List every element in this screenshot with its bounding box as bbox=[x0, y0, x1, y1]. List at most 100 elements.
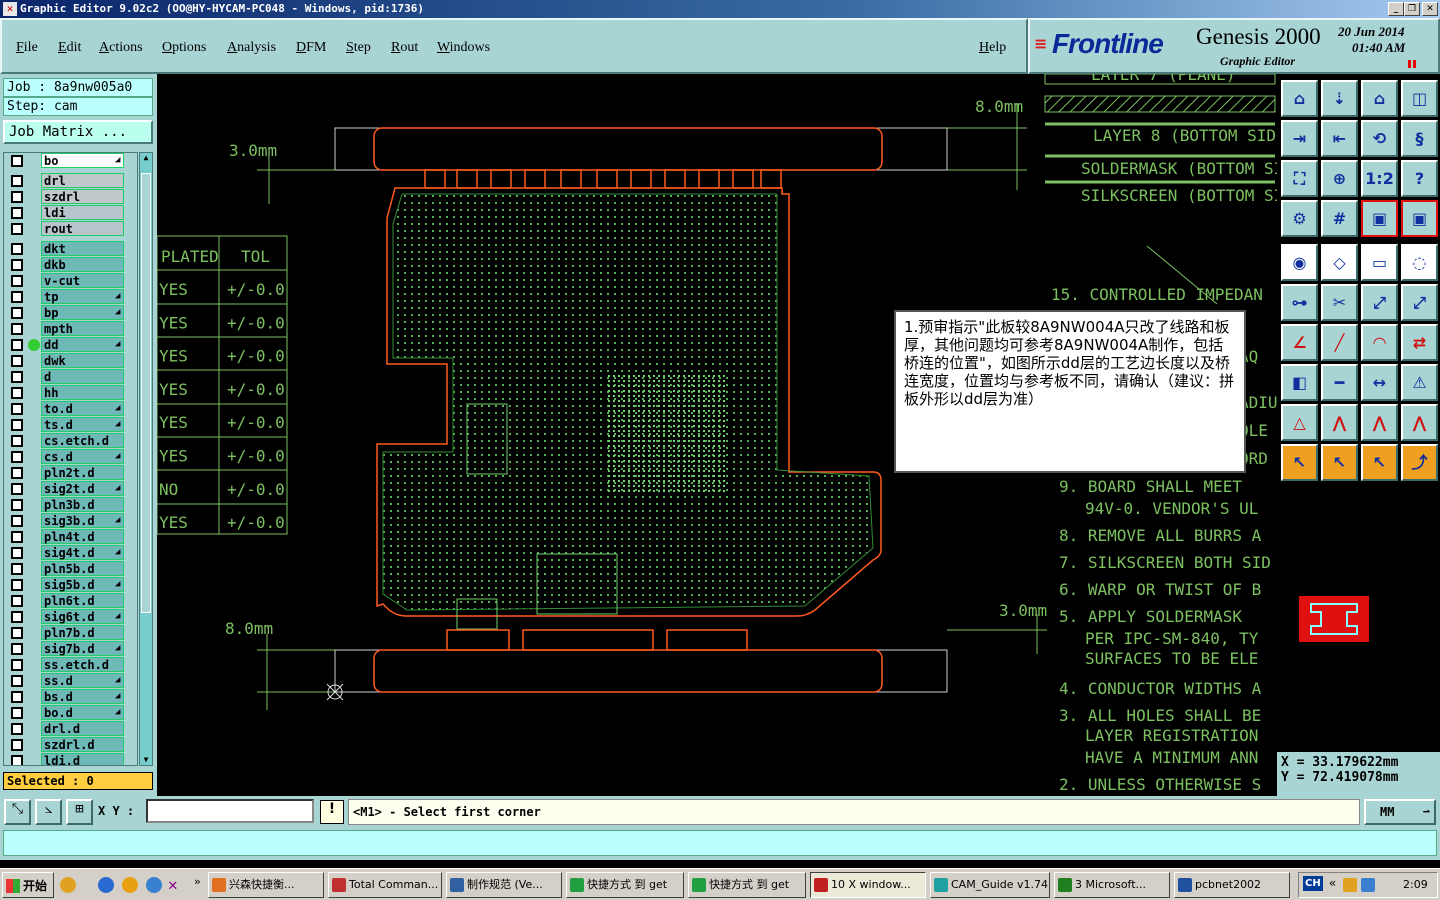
layer-name[interactable]: sig5b.d bbox=[41, 577, 124, 592]
center-icon[interactable]: ⊕ bbox=[1321, 160, 1358, 197]
split-icon[interactable]: ◫ bbox=[1401, 80, 1438, 117]
layout-icon[interactable]: ⌂ bbox=[1361, 80, 1398, 117]
layer-checkbox[interactable] bbox=[11, 175, 23, 187]
layer-name[interactable]: dd bbox=[41, 337, 124, 352]
layer-checkbox[interactable] bbox=[11, 483, 23, 495]
layer-row[interactable]: pln7b.d bbox=[4, 625, 137, 641]
layer-checkbox[interactable] bbox=[11, 223, 23, 235]
layer-row[interactable]: dkt bbox=[4, 241, 137, 257]
layer-checkbox[interactable] bbox=[11, 611, 23, 623]
layer-checkbox[interactable] bbox=[11, 387, 23, 399]
scroll-up-icon[interactable]: ▲ bbox=[141, 153, 151, 163]
cut-icon[interactable]: ✂ bbox=[1321, 284, 1358, 321]
layer-checkbox[interactable] bbox=[11, 307, 23, 319]
layer-row[interactable]: ldi.d bbox=[4, 753, 137, 765]
taskbar-item[interactable]: 10 X window... bbox=[810, 872, 926, 898]
pointer-icon[interactable]: ↖ bbox=[1281, 444, 1318, 481]
layer-checkbox[interactable] bbox=[11, 723, 23, 735]
layer-row[interactable]: pln4t.d bbox=[4, 529, 137, 545]
layer-row[interactable]: pln5b.d bbox=[4, 561, 137, 577]
layer-menu-arrow-icon[interactable]: ◢ bbox=[115, 483, 137, 493]
layer-checkbox[interactable] bbox=[11, 467, 23, 479]
layer-scrollbar[interactable]: ▲ ▼ bbox=[139, 152, 153, 766]
pointer-box-icon[interactable]: ↖ bbox=[1321, 444, 1358, 481]
layer-row[interactable]: pln6t.d bbox=[4, 593, 137, 609]
layer-row[interactable]: d bbox=[4, 369, 137, 385]
edit-shape-icon[interactable]: ◇ bbox=[1321, 244, 1358, 281]
layer-name[interactable]: bo.d bbox=[41, 705, 124, 720]
tray-network-icon[interactable] bbox=[1361, 878, 1375, 892]
taskbar-item[interactable]: 快捷方式 到 get bbox=[566, 872, 684, 898]
fit-icon[interactable]: ⛶ bbox=[1281, 160, 1318, 197]
menu-step[interactable]: Step bbox=[346, 40, 371, 56]
menu-options[interactable]: Options bbox=[162, 40, 206, 56]
layer-name[interactable]: ss.etch.d bbox=[41, 657, 124, 672]
layer-name[interactable]: mpth bbox=[41, 321, 124, 336]
layer-row[interactable]: dwk bbox=[4, 353, 137, 369]
taskbar-item[interactable]: 3 Microsoft... bbox=[1054, 872, 1170, 898]
menu-edit[interactable]: Edit bbox=[58, 40, 81, 56]
zoom-out-icon[interactable]: ⇤ bbox=[1321, 120, 1358, 157]
ruler-icon[interactable]: ▭ bbox=[1361, 244, 1398, 281]
layer-row[interactable]: mpth bbox=[4, 321, 137, 337]
layer-row[interactable]: sig5b.d ◢ bbox=[4, 577, 137, 593]
layer-checkbox[interactable] bbox=[11, 403, 23, 415]
scroll-thumb[interactable] bbox=[141, 173, 151, 613]
layer-row[interactable]: sig2t.d ◢ bbox=[4, 481, 137, 497]
layer-name[interactable]: sig2t.d bbox=[41, 481, 124, 496]
layer-menu-arrow-icon[interactable]: ◢ bbox=[115, 547, 137, 557]
menu-analysis[interactable]: Analysis bbox=[227, 40, 276, 56]
layer-name[interactable]: szdrl.d bbox=[41, 737, 124, 752]
layer-name[interactable]: drl bbox=[41, 173, 124, 188]
layer-checkbox[interactable] bbox=[11, 563, 23, 575]
layer-row[interactable]: to.d ◢ bbox=[4, 401, 137, 417]
layer-checkbox[interactable] bbox=[11, 739, 23, 751]
layer-name[interactable]: pln4t.d bbox=[41, 529, 124, 544]
layer-row[interactable]: drl bbox=[4, 173, 137, 189]
flip-icon[interactable]: ⇄ bbox=[1401, 324, 1438, 361]
layer-name[interactable]: rout bbox=[41, 221, 124, 236]
grid-snap-icon[interactable]: ⊞ bbox=[66, 799, 93, 825]
layer-row[interactable]: rout bbox=[4, 221, 137, 237]
layer-menu-arrow-icon[interactable]: ◢ bbox=[115, 451, 137, 461]
camera-icon[interactable]: ◉ bbox=[1281, 244, 1318, 281]
layer-row[interactable]: ss.d ◢ bbox=[4, 673, 137, 689]
layer-checkbox[interactable] bbox=[11, 355, 23, 367]
layer-checkbox[interactable] bbox=[11, 323, 23, 335]
triangle-icon[interactable]: △ bbox=[1281, 404, 1318, 441]
layer-checkbox[interactable] bbox=[11, 451, 23, 463]
menu-actions[interactable]: Actions bbox=[99, 40, 143, 56]
layer-checkbox[interactable] bbox=[11, 531, 23, 543]
scroll-down-icon[interactable]: ▼ bbox=[141, 755, 151, 765]
layer-row[interactable]: hh bbox=[4, 385, 137, 401]
route-icon[interactable]: § bbox=[1401, 120, 1438, 157]
layer-menu-arrow-icon[interactable]: ◢ bbox=[115, 675, 137, 685]
peak-icon[interactable]: ⋀ bbox=[1321, 404, 1358, 441]
layer-name[interactable]: hh bbox=[41, 385, 124, 400]
layer-name[interactable]: ss.d bbox=[41, 673, 124, 688]
layer-name[interactable]: tp bbox=[41, 289, 124, 304]
layer-row[interactable]: cs.etch.d bbox=[4, 433, 137, 449]
language-indicator[interactable]: CH bbox=[1303, 876, 1323, 891]
layer-name[interactable]: bs.d bbox=[41, 689, 124, 704]
measure-icon[interactable]: ⦣ bbox=[35, 799, 62, 825]
layer-row[interactable]: szdrl bbox=[4, 189, 137, 205]
layer-row[interactable]: bo ◢ bbox=[4, 153, 137, 169]
layer-checkbox[interactable] bbox=[11, 275, 23, 287]
more-icon[interactable]: » bbox=[194, 875, 201, 888]
rotate-icon[interactable]: ⟲ bbox=[1361, 120, 1398, 157]
layer-row[interactable]: sig6t.d ◢ bbox=[4, 609, 137, 625]
layer-menu-arrow-icon[interactable]: ◢ bbox=[115, 611, 137, 621]
layer-name[interactable]: cs.d bbox=[41, 449, 124, 464]
layer-name[interactable]: pln6t.d bbox=[41, 593, 124, 608]
scale-icon[interactable]: 1:2 bbox=[1361, 160, 1398, 197]
layer-name[interactable]: ldi bbox=[41, 205, 124, 220]
layer-row[interactable]: tp ◢ bbox=[4, 289, 137, 305]
tray-app-icon[interactable] bbox=[1343, 878, 1357, 892]
layer-checkbox[interactable] bbox=[11, 499, 23, 511]
layer-menu-arrow-icon[interactable]: ◢ bbox=[115, 419, 137, 429]
layer-menu-arrow-icon[interactable]: ◢ bbox=[115, 515, 137, 525]
layer-name[interactable]: pln7b.d bbox=[41, 625, 124, 640]
layer-row[interactable]: szdrl.d bbox=[4, 737, 137, 753]
layer-checkbox[interactable] bbox=[11, 155, 23, 167]
